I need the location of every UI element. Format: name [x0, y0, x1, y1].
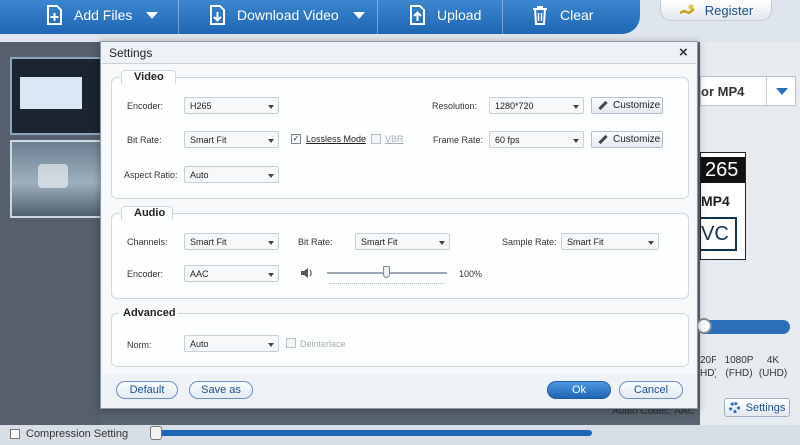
settings-button-label: Settings — [745, 401, 786, 414]
sample-rate-label: Sample Rate: — [502, 237, 557, 247]
format-card-codec: 265 — [701, 157, 745, 183]
thumbnail-screen-image — [20, 77, 82, 109]
speaker-icon[interactable] — [300, 267, 314, 279]
aspect-ratio-select[interactable]: Auto — [184, 166, 279, 183]
resolution-select[interactable]: 1280*720 — [489, 97, 584, 114]
video-thumbnail[interactable] — [10, 140, 102, 218]
resolution-tag: (FHD) — [725, 368, 753, 379]
customize-label: Customize — [613, 100, 661, 111]
resolution-option[interactable]: 20P HD) — [700, 354, 716, 380]
quality-slider-track[interactable] — [700, 320, 790, 334]
norm-select[interactable]: Auto — [184, 335, 279, 352]
default-button[interactable]: Default — [116, 381, 178, 399]
audio-bitrate-label: Bit Rate: — [298, 237, 333, 247]
deinterlace-label: Deinterlace — [300, 339, 346, 349]
download-video-button[interactable]: Download Video — [207, 0, 365, 30]
aspect-ratio-label: Aspect Ratio: — [124, 170, 178, 180]
dialog-body: Video Encoder: H265 Bit Rate: Smart Fit … — [102, 63, 696, 374]
add-file-icon — [44, 5, 64, 25]
resolution-label: Resolution: — [432, 101, 478, 111]
resolution-name: 4K — [766, 355, 780, 366]
customize-resolution-button[interactable]: Customize — [591, 97, 663, 114]
ok-button[interactable]: Ok — [547, 381, 611, 399]
download-video-label: Download Video — [237, 7, 339, 23]
close-icon[interactable]: × — [679, 44, 688, 61]
norm-label: Norm: — [127, 340, 152, 350]
toolbar-divider — [178, 0, 179, 34]
bitrate-label: Bit Rate: — [127, 135, 162, 145]
settings-dialog: Settings × Video Encoder: H265 Bit Rate:… — [100, 41, 698, 409]
cancel-button[interactable]: Cancel — [619, 381, 683, 399]
pencil-icon — [598, 134, 608, 145]
pencil-icon — [598, 100, 608, 111]
video-group-title: Video — [121, 70, 176, 84]
main-toolbar: Add Files Download Video Upload Clear Re… — [0, 0, 800, 42]
upload-button[interactable]: Upload — [407, 0, 481, 30]
chevron-down-icon[interactable] — [352, 11, 365, 19]
resolution-name: 1080P — [724, 355, 754, 366]
register-icon — [679, 4, 695, 16]
customize-frame-rate-button[interactable]: Customize — [591, 131, 663, 148]
resolution-option[interactable]: 4K (UHD) — [758, 354, 788, 380]
dialog-title: Settings — [109, 46, 153, 60]
channels-select[interactable]: Smart Fit — [184, 233, 279, 250]
register-label: Register — [704, 2, 754, 18]
compression-slider-track[interactable] — [152, 430, 592, 436]
add-files-button[interactable]: Add Files — [44, 0, 159, 30]
audio-encoder-label: Encoder: — [127, 269, 164, 279]
toolbar-divider — [377, 0, 378, 34]
deinterlace-checkbox[interactable] — [286, 338, 296, 348]
format-card-badge: VC — [701, 217, 737, 251]
audio-encoder-select[interactable]: AAC — [184, 265, 279, 282]
channels-label: Channels: — [127, 237, 168, 247]
register-button[interactable]: Register — [660, 0, 772, 21]
compression-setting-label: Compression Setting — [26, 428, 129, 440]
upload-icon — [407, 5, 427, 25]
download-icon — [207, 5, 227, 25]
settings-button[interactable]: Settings — [724, 398, 790, 417]
trash-icon — [530, 5, 550, 25]
frame-rate-label: Frame Rate: — [433, 135, 484, 145]
save-as-button[interactable]: Save as — [189, 381, 253, 399]
resolution-tag: (UHD) — [758, 368, 788, 379]
encoder-label: Encoder: — [127, 101, 164, 111]
upload-label: Upload — [437, 7, 482, 23]
gear-icon — [728, 402, 740, 413]
frame-rate-select[interactable]: 60 fps — [489, 131, 584, 148]
video-thumbnail[interactable] — [10, 57, 102, 135]
compression-slider-handle[interactable] — [150, 426, 162, 440]
format-card[interactable]: 265 MP4 VC — [700, 152, 746, 260]
chevron-down-icon[interactable] — [146, 11, 159, 19]
volume-slider-handle[interactable] — [383, 266, 390, 278]
video-bitrate-select[interactable]: Smart Fit — [184, 131, 279, 148]
compression-setting-checkbox[interactable] — [10, 429, 20, 439]
format-card-container: MP4 — [701, 193, 730, 209]
audio-settings-group — [111, 213, 689, 299]
add-files-label: Add Files — [74, 7, 133, 23]
video-encoder-select[interactable]: H265 — [184, 97, 279, 114]
customize-label: Customize — [613, 134, 661, 145]
clear-button[interactable]: Clear — [530, 0, 593, 30]
sample-rate-select[interactable]: Smart Fit — [561, 233, 659, 250]
audio-bitrate-select[interactable]: Smart Fit — [355, 233, 450, 250]
lossless-mode-checkbox[interactable]: ✓ — [291, 134, 301, 144]
volume-percent: 100% — [459, 269, 483, 279]
play-icon[interactable] — [38, 164, 68, 188]
chevron-down-icon[interactable] — [766, 77, 796, 105]
resolution-option[interactable]: 1080P (FHD) — [724, 354, 754, 380]
volume-slider-ticks — [329, 280, 445, 284]
lossless-mode-label[interactable]: Lossless Mode — [306, 134, 366, 144]
clear-label: Clear — [560, 7, 594, 23]
resolution-name: 20P — [700, 355, 716, 366]
vbr-checkbox[interactable] — [371, 134, 381, 144]
vbr-label: VBR — [385, 134, 404, 144]
quality-slider-handle[interactable] — [696, 318, 712, 334]
resolution-tag: HD) — [700, 368, 716, 379]
output-format-label: or MP4 — [701, 83, 745, 99]
audio-group-title: Audio — [121, 206, 173, 220]
toolbar-divider — [502, 0, 503, 34]
advanced-group-title: Advanced — [119, 307, 177, 321]
